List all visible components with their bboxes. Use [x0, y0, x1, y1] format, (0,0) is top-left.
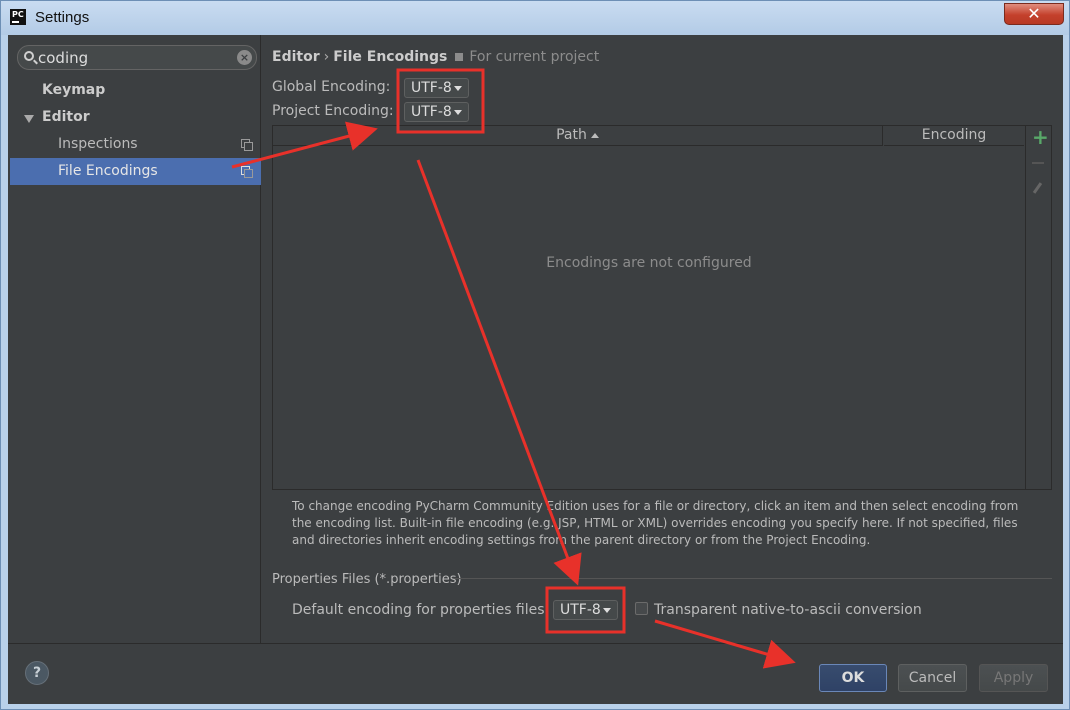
properties-group-title: Properties Files (*.properties) — [272, 572, 462, 587]
sidebar-item-editor[interactable]: Editor — [42, 109, 90, 125]
table-toolbar: + — [1025, 126, 1052, 489]
project-encoding-label: Project Encoding: — [272, 103, 394, 119]
breadcrumb-parent: Editor — [272, 49, 320, 65]
settings-search-field[interactable]: coding × — [17, 45, 257, 70]
settings-sidebar: coding × Keymap Editor Inspections File … — [8, 35, 261, 643]
breadcrumb-separator: › — [323, 49, 330, 65]
breadcrumb-scope: For current project — [469, 49, 600, 65]
encodings-table: Path Encoding + Encodings are not config… — [272, 125, 1052, 490]
project-scope-icon — [241, 139, 253, 151]
project-encoding-dropdown[interactable]: UTF-8 — [404, 102, 469, 122]
transparent-conversion-checkbox[interactable] — [635, 602, 648, 615]
breadcrumb: Editor › File Encodings For current project — [272, 49, 599, 65]
project-scope-icon — [241, 166, 253, 178]
search-icon — [24, 51, 34, 61]
column-header-path[interactable]: Path — [273, 126, 883, 146]
chevron-down-icon — [453, 85, 462, 91]
search-input[interactable]: coding — [38, 49, 88, 67]
project-encoding-value: UTF-8 — [411, 104, 452, 120]
pycharm-app-icon: PC — [10, 9, 26, 25]
global-encoding-dropdown[interactable]: UTF-8 — [404, 78, 469, 98]
breadcrumb-current: File Encodings — [333, 49, 448, 65]
dialog-content: coding × Keymap Editor Inspections File … — [8, 35, 1063, 704]
column-header-encoding[interactable]: Encoding — [884, 126, 1024, 146]
sort-ascending-icon — [590, 132, 599, 138]
sidebar-item-inspections[interactable]: Inspections — [58, 136, 138, 152]
path-header-label: Path — [556, 127, 587, 143]
help-button[interactable]: ? — [25, 661, 49, 685]
empty-table-message: Encodings are not configured — [546, 255, 752, 271]
cancel-button[interactable]: Cancel — [898, 664, 967, 692]
properties-encoding-value: UTF-8 — [560, 602, 601, 618]
encoding-help-text: To change encoding PyCharm Community Edi… — [292, 499, 1019, 547]
ok-button[interactable]: OK — [819, 664, 887, 692]
sidebar-item-file-encodings-label: File Encodings — [58, 163, 158, 179]
edit-pencil-icon[interactable] — [1032, 182, 1043, 194]
apply-button[interactable]: Apply — [979, 664, 1048, 692]
title-bar: PC Settings ✕ — [1, 1, 1069, 35]
window-title: Settings — [35, 9, 90, 26]
chevron-down-icon — [453, 109, 462, 115]
close-button[interactable]: ✕ — [1004, 3, 1064, 25]
properties-encoding-dropdown[interactable]: UTF-8 — [553, 600, 618, 620]
global-encoding-label: Global Encoding: — [272, 79, 391, 95]
expand-triangle-icon[interactable] — [24, 115, 34, 123]
group-divider — [454, 578, 1052, 579]
dialog-footer: ? OK Cancel Apply — [8, 643, 1063, 704]
project-scope-icon — [455, 53, 464, 61]
transparent-conversion-label[interactable]: Transparent native-to-ascii conversion — [654, 602, 922, 618]
settings-window: PC Settings ✕ coding × Keymap Editor Ins… — [0, 0, 1070, 710]
chevron-down-icon — [602, 607, 611, 613]
sidebar-item-keymap[interactable]: Keymap — [42, 82, 105, 98]
global-encoding-value: UTF-8 — [411, 80, 452, 96]
remove-icon[interactable] — [1032, 162, 1044, 164]
default-properties-encoding-label: Default encoding for properties files: — [292, 602, 550, 618]
clear-search-icon[interactable]: × — [237, 50, 252, 65]
add-icon[interactable]: + — [1032, 127, 1049, 147]
